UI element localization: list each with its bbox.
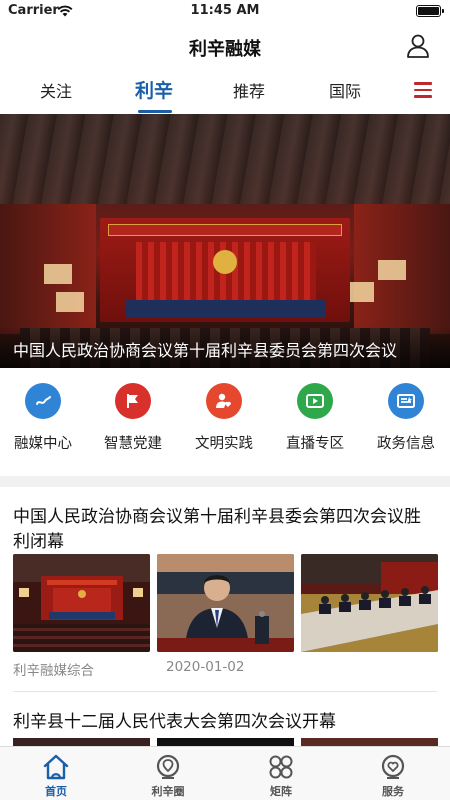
article-thumbnail xyxy=(301,738,438,746)
hero-banner[interactable]: 中国人民政治协商会议第十届利辛县委员会第四次会议 xyxy=(0,114,450,368)
tabbar-label: 服务 xyxy=(382,785,404,798)
quick-link-dangjian[interactable]: 智慧党建 xyxy=(88,383,178,453)
tabbar-label: 首页 xyxy=(45,785,67,798)
link-icon xyxy=(25,383,61,419)
status-bar: Carrier 11:45 AM xyxy=(0,0,450,24)
article-divider xyxy=(13,691,437,692)
page-title: 利辛融媒 xyxy=(189,39,261,60)
menu-icon[interactable] xyxy=(414,82,432,98)
banner-stage-title xyxy=(108,224,342,236)
location-icon xyxy=(156,754,180,779)
tabbar-home[interactable]: 首页 xyxy=(16,753,96,799)
article-thumbnail xyxy=(301,554,438,652)
article-title: 中国人民政治协商会议第十届利辛县委会第四次会议胜利闭幕 xyxy=(13,507,421,552)
tab-tuijian[interactable]: 推荐 xyxy=(219,78,279,102)
quick-link-label: 文明实践 xyxy=(195,436,253,452)
tab-guoji[interactable]: 国际 xyxy=(315,78,375,102)
article-thumbnail xyxy=(13,554,150,652)
channel-tabs: 关注 利辛 推荐 国际 xyxy=(0,72,450,114)
tab-lixin[interactable]: 利辛 xyxy=(124,76,184,103)
party-flag-icon xyxy=(115,383,151,419)
news-icon xyxy=(388,383,424,419)
nav-bar: 利辛融媒 xyxy=(0,24,450,68)
battery-icon xyxy=(416,5,444,17)
banner-dais xyxy=(126,300,326,318)
article-thumbnail xyxy=(157,554,294,652)
play-icon xyxy=(297,383,333,419)
article-date: 2020-01-02 xyxy=(166,659,245,675)
banner-lamp xyxy=(378,260,406,280)
grid-icon xyxy=(269,755,293,779)
status-time: 11:45 AM xyxy=(190,3,260,18)
tabbar-label: 矩阵 xyxy=(270,785,292,798)
quick-link-label: 融媒中心 xyxy=(14,436,72,452)
quick-links: 融媒中心 智慧党建 文明实践 直播专区 政务信息 xyxy=(0,368,450,476)
quick-link-wenming[interactable]: 文明实践 xyxy=(179,383,269,453)
tabbar-juzhen[interactable]: 矩阵 xyxy=(241,753,321,799)
heart-person-icon xyxy=(206,383,242,419)
article-title[interactable]: 利辛县十二届人民代表大会第四次会议开幕 xyxy=(13,707,437,732)
article-thumbnail xyxy=(13,738,150,746)
quick-link-rongmei[interactable]: 融媒中心 xyxy=(0,383,88,453)
emblem-icon xyxy=(213,250,237,274)
active-tab-indicator xyxy=(138,110,172,113)
user-icon[interactable] xyxy=(406,33,430,59)
banner-lamp xyxy=(44,264,72,284)
home-icon xyxy=(43,754,69,780)
article-thumbnail xyxy=(157,738,294,746)
bottom-tab-bar: 首页 利辛圈 矩阵 服务 xyxy=(0,746,450,800)
tabbar-lixinquan[interactable]: 利辛圈 xyxy=(128,753,208,799)
quick-link-label: 政务信息 xyxy=(377,436,435,452)
article-source: 利辛融媒综合 xyxy=(13,663,94,679)
banner-lamp xyxy=(346,282,374,302)
quick-link-zhibo[interactable]: 直播专区 xyxy=(270,383,360,453)
service-icon xyxy=(381,754,405,779)
quick-link-label: 直播专区 xyxy=(286,436,344,452)
section-divider xyxy=(0,476,450,487)
quick-link-label: 智慧党建 xyxy=(104,436,162,452)
banner-lamp xyxy=(56,292,84,312)
tab-guanzhu[interactable]: 关注 xyxy=(26,78,86,102)
banner-ceiling xyxy=(0,114,450,204)
banner-caption: 中国人民政治协商会议第十届利辛县委员会第四次会议 xyxy=(13,341,398,360)
tabbar-fuwu[interactable]: 服务 xyxy=(353,753,433,799)
quick-link-zhengwu[interactable]: 政务信息 xyxy=(361,383,450,453)
tabbar-label: 利辛圈 xyxy=(151,785,185,798)
